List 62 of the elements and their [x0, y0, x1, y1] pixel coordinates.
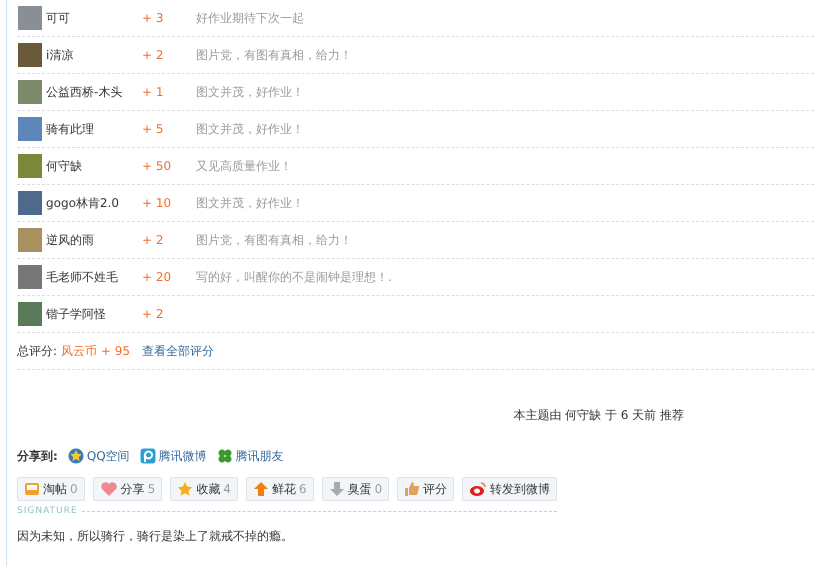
rating-score: + 2: [142, 307, 165, 321]
rating-comment: 又见高质量作业！: [196, 158, 292, 174]
share-label: 分享到:: [17, 448, 58, 464]
rating-comment: 好作业期待下次一起: [196, 10, 304, 26]
rating-score: + 2: [142, 233, 165, 247]
recommend-note: 本主题由 何守缺 于 6 天前 推荐: [513, 408, 684, 422]
rating-comment: 图文并茂，好作业！: [196, 194, 304, 212]
action-button[interactable]: 臭蛋 0: [322, 477, 390, 501]
user-name[interactable]: 毛老师不姓毛: [46, 268, 142, 286]
action-button[interactable]: 分享 5: [92, 477, 162, 501]
star-badge-icon: [68, 448, 84, 464]
share-link[interactable]: 腾讯朋友: [216, 448, 284, 464]
user-name[interactable]: 可可: [46, 10, 142, 26]
user-name[interactable]: 何守缺: [46, 158, 142, 174]
user-name[interactable]: 逆风的雨: [46, 232, 142, 248]
avatar-photo-placeholder[interactable]: [18, 43, 42, 67]
user-name[interactable]: i清凉: [46, 46, 142, 64]
avatar-photo-placeholder[interactable]: [18, 6, 42, 30]
avatar-photo-placeholder[interactable]: [18, 228, 42, 252]
avatar-photo-placeholder[interactable]: [18, 191, 42, 215]
rating-comment: 图文并茂，好作业！: [196, 84, 304, 100]
rating-score: + 1: [142, 85, 165, 99]
p-logo-icon: [140, 448, 156, 464]
avatar-photo-placeholder[interactable]: [18, 154, 42, 178]
rating-score: + 5: [142, 122, 165, 136]
total-score: 风云币 + 95: [61, 342, 130, 360]
share-link[interactable]: QQ空间: [68, 448, 130, 464]
clover-icon: [216, 448, 233, 464]
avatar-photo-placeholder[interactable]: [18, 265, 42, 289]
user-name[interactable]: 公益西桥-木头: [46, 84, 142, 100]
thumbs-up-icon: [404, 481, 420, 497]
action-button[interactable]: 转发到微博: [462, 477, 558, 501]
share-link[interactable]: 腾讯微博: [140, 448, 207, 464]
avatar-photo-placeholder[interactable]: [18, 117, 42, 141]
view-all-ratings-link[interactable]: 查看全部评分: [142, 342, 214, 360]
rating-score: + 3: [142, 11, 165, 25]
signature-heading: SIGNATURE: [17, 506, 78, 516]
weibo-icon: [469, 481, 488, 497]
signature-text: 因为未知，所以骑行，骑行是染上了就戒不掉的瘾。: [17, 528, 294, 545]
user-name[interactable]: 锴子学阿怪: [46, 306, 142, 322]
tray-icon: [24, 481, 40, 497]
total-label: 总评分:: [17, 342, 58, 360]
rating-comment: 图文并茂，好作业！: [196, 120, 304, 138]
user-name[interactable]: 骑有此理: [46, 120, 142, 138]
up-arrow-icon: [252, 481, 269, 497]
avatar-photo-placeholder[interactable]: [18, 302, 42, 326]
user-name[interactable]: gogo林肯2.0: [46, 194, 142, 212]
rating-score: + 50: [142, 159, 172, 173]
avatar-photo-placeholder[interactable]: [18, 80, 42, 104]
heart-icon: [100, 481, 118, 497]
action-button[interactable]: 评分: [397, 477, 454, 501]
rating-score: + 10: [142, 196, 172, 210]
rating-comment: 图片党，有图有真相，给力！: [196, 46, 352, 64]
down-arrow-icon: [328, 481, 345, 497]
rating-comment: 写的好，叫醒你的不是闹钟是理想！.: [196, 268, 392, 286]
rating-comment: 图片党，有图有真相，给力！: [196, 232, 352, 248]
star-icon: [177, 481, 194, 497]
rating-score: + 20: [142, 270, 172, 284]
action-button[interactable]: 收藏 4: [170, 477, 238, 501]
action-button[interactable]: 淘帖 0: [17, 477, 85, 501]
rating-score: + 2: [142, 48, 165, 62]
action-button[interactable]: 鲜花 6: [246, 477, 314, 501]
